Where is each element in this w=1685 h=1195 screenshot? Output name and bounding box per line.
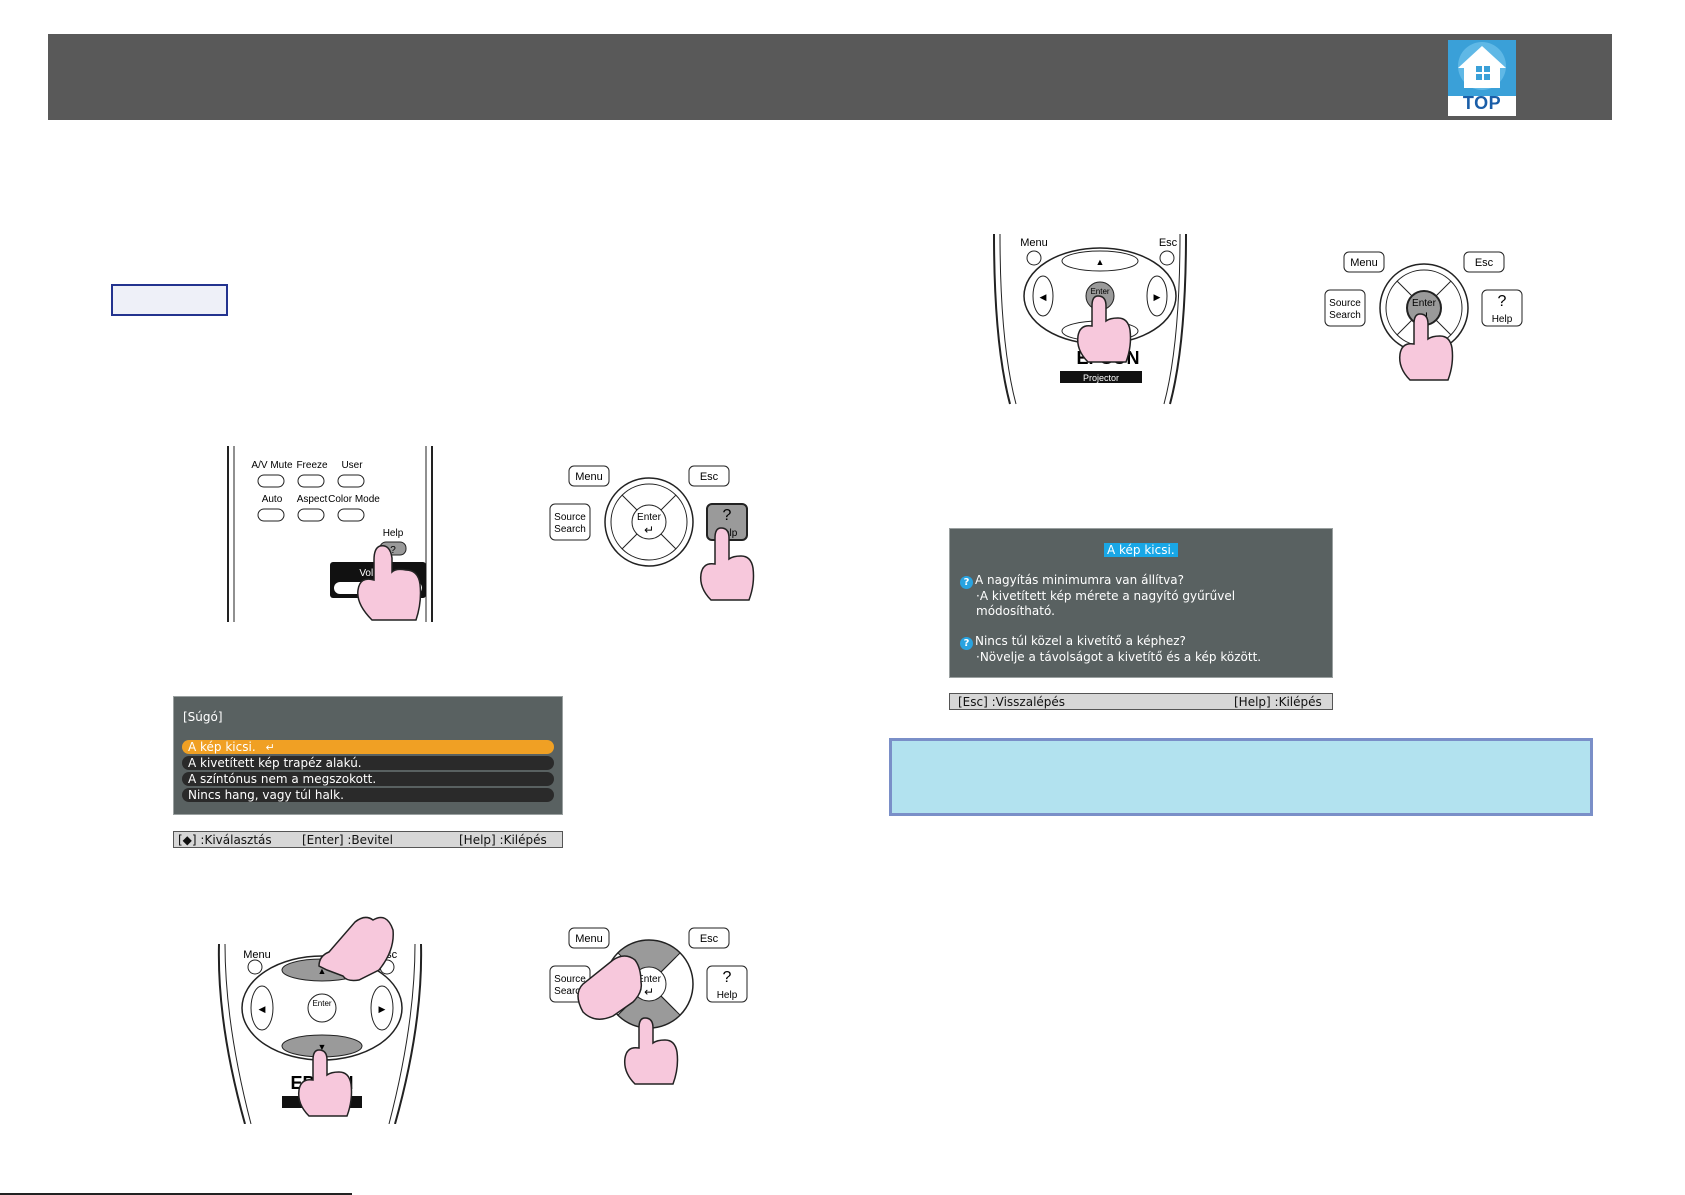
status-exit: [Help] :Kilépés bbox=[1234, 695, 1322, 709]
panel-source-label-2: Search bbox=[554, 524, 586, 535]
remote-menu-button bbox=[1026, 250, 1042, 266]
panel-help-label: Help bbox=[717, 990, 738, 1001]
enter-icon: ↵ bbox=[644, 523, 654, 537]
help-answer-block-2: ? Nincs túl közel a kivetítő a képhez? ·N… bbox=[960, 634, 1261, 665]
help-menu-item[interactable]: Nincs hang, vagy túl halk. bbox=[182, 788, 554, 802]
status-select: [◆] :Kiválasztás bbox=[178, 833, 272, 847]
help-menu-item-label: A kép kicsi. bbox=[188, 740, 256, 754]
panel-help-illustration: Menu Esc Source Search Enter ↵ ? Help bbox=[549, 465, 755, 601]
remote-help-label: Help bbox=[383, 528, 404, 539]
remote-updown-illustration: Menu Esc ▲ ▼ ◀ ▶ Enter EPSON bbox=[217, 916, 423, 1124]
remote-user-button bbox=[337, 474, 365, 488]
remote-esc-label: Esc bbox=[1159, 237, 1178, 249]
help-menu-status-bar: [◆] :Kiválasztás [Enter] :Bevitel [Help]… bbox=[173, 831, 563, 848]
remote-colormode-button bbox=[337, 508, 365, 522]
help-answer-1-line2: módosítható. bbox=[976, 604, 1055, 618]
remote-enter-label: Enter bbox=[312, 999, 331, 1008]
help-question-2: Nincs túl közel a kivetítő a képhez? bbox=[975, 634, 1186, 648]
panel-menu-label: Menu bbox=[575, 933, 603, 945]
help-question-1: A nagyítás minimumra van állítva? bbox=[975, 573, 1184, 587]
remote-brand-sub: Projector bbox=[1083, 373, 1119, 383]
remote-btn-label-user: User bbox=[341, 460, 363, 471]
help-menu-item[interactable]: A színtónus nem a megszokott. bbox=[182, 772, 554, 786]
panel-source-label-1: Source bbox=[1329, 298, 1361, 309]
home-icon bbox=[1448, 40, 1516, 96]
status-back: [Esc] :Visszalépés bbox=[958, 695, 1066, 709]
remote-btn-label-aspect: Aspect bbox=[297, 494, 328, 505]
help-menu-item[interactable]: A kivetített kép trapéz alakú. bbox=[182, 756, 554, 770]
remote-avmute-button bbox=[257, 474, 285, 488]
help-answer-block-1: ? A nagyítás minimumra van állítva? ·A ki… bbox=[960, 573, 1235, 619]
procedure-tab bbox=[111, 284, 228, 316]
remote-esc-button bbox=[1159, 250, 1175, 266]
enter-icon: ↵ bbox=[644, 985, 654, 999]
help-answer-status-bar: [Esc] :Visszalépés [Help] :Kilépés bbox=[949, 693, 1333, 710]
panel-source-label-1: Source bbox=[554, 512, 586, 523]
panel-help-label: Help bbox=[1492, 314, 1513, 325]
finger-icon bbox=[297, 1049, 353, 1117]
remote-freeze-button bbox=[297, 474, 325, 488]
svg-text:▶: ▶ bbox=[379, 1004, 386, 1014]
finger-icon bbox=[357, 545, 422, 621]
panel-enter-illustration: Menu Esc Source Search Enter ↵ ? Help bbox=[1324, 251, 1523, 381]
remote-enter-label: Enter bbox=[1090, 287, 1109, 296]
note-box bbox=[889, 738, 1593, 816]
remote-menu-label: Menu bbox=[243, 949, 271, 961]
panel-menu-label: Menu bbox=[575, 471, 603, 483]
finger-icon bbox=[623, 1017, 679, 1085]
remote-btn-label-auto: Auto bbox=[262, 494, 283, 505]
panel-enter-label: Enter bbox=[1412, 298, 1437, 309]
panel-enter-label: Enter bbox=[637, 512, 662, 523]
status-exit: [Help] :Kilépés bbox=[459, 833, 547, 847]
svg-text:▶: ▶ bbox=[1154, 292, 1161, 302]
panel-help-glyph: ? bbox=[723, 969, 732, 986]
remote-btn-label-freeze: Freeze bbox=[296, 460, 328, 471]
help-menu-item-label: A színtónus nem a megszokott. bbox=[188, 772, 377, 786]
remote-aspect-button bbox=[297, 508, 325, 522]
top-link-label: TOP bbox=[1462, 93, 1502, 113]
remote-auto-button bbox=[257, 508, 285, 522]
help-menu-item-label: A kivetített kép trapéz alakú. bbox=[188, 756, 362, 770]
help-menu-screen: [Súgó] A kép kicsi. ↵ A kivetített kép t… bbox=[173, 696, 563, 815]
help-answer-title: A kép kicsi. bbox=[1104, 543, 1178, 557]
help-answer-2: ·Növelje a távolságot a kivetítő és a ké… bbox=[976, 650, 1262, 664]
panel-updown-illustration: Menu Esc Source Search Enter ↵ ? Help bbox=[549, 927, 748, 1085]
panel-esc-label: Esc bbox=[1475, 257, 1494, 269]
svg-text:◀: ◀ bbox=[259, 1004, 266, 1014]
top-link[interactable]: TOP bbox=[1448, 40, 1516, 116]
remote-btn-label-colormode: Color Mode bbox=[328, 494, 380, 505]
header-bar bbox=[48, 34, 1612, 120]
svg-text:◀: ◀ bbox=[1040, 292, 1047, 302]
help-menu-item[interactable]: A kép kicsi. ↵ bbox=[182, 740, 554, 754]
panel-source-label-2: Search bbox=[1329, 310, 1361, 321]
remote-menu-label: Menu bbox=[1020, 237, 1048, 249]
help-menu-list: A kép kicsi. ↵ A kivetített kép trapéz a… bbox=[182, 740, 554, 804]
remote-enter-illustration: Menu Esc ▲ ◀ ▶ Enter EPSON Projector bbox=[993, 234, 1187, 405]
svg-text:▲: ▲ bbox=[1096, 257, 1105, 267]
remote-menu-button bbox=[247, 959, 263, 975]
status-enter: [Enter] :Bevitel bbox=[302, 833, 393, 847]
panel-help-glyph: ? bbox=[723, 507, 732, 524]
panel-help-glyph: ? bbox=[1498, 293, 1507, 310]
panel-menu-label: Menu bbox=[1350, 257, 1378, 269]
remote-btn-label-avmute: A/V Mute bbox=[251, 460, 293, 471]
panel-esc-label: Esc bbox=[700, 933, 719, 945]
remote-help-illustration: A/V Mute Freeze User Auto Aspect Color M… bbox=[227, 446, 433, 622]
help-answer-screen: A kép kicsi. ? A nagyítás minimumra van á… bbox=[949, 528, 1333, 678]
help-menu-item-label: Nincs hang, vagy túl halk. bbox=[188, 788, 344, 802]
help-answer-1-line1: ·A kivetített kép mérete a nagyító gyűrű… bbox=[976, 589, 1236, 603]
question-icon: ? bbox=[960, 637, 973, 650]
enter-icon: ↵ bbox=[265, 741, 275, 754]
help-menu-title: [Súgó] bbox=[183, 710, 223, 724]
question-icon: ? bbox=[960, 576, 973, 589]
panel-source-label-1: Source bbox=[554, 974, 586, 985]
panel-esc-label: Esc bbox=[700, 471, 719, 483]
